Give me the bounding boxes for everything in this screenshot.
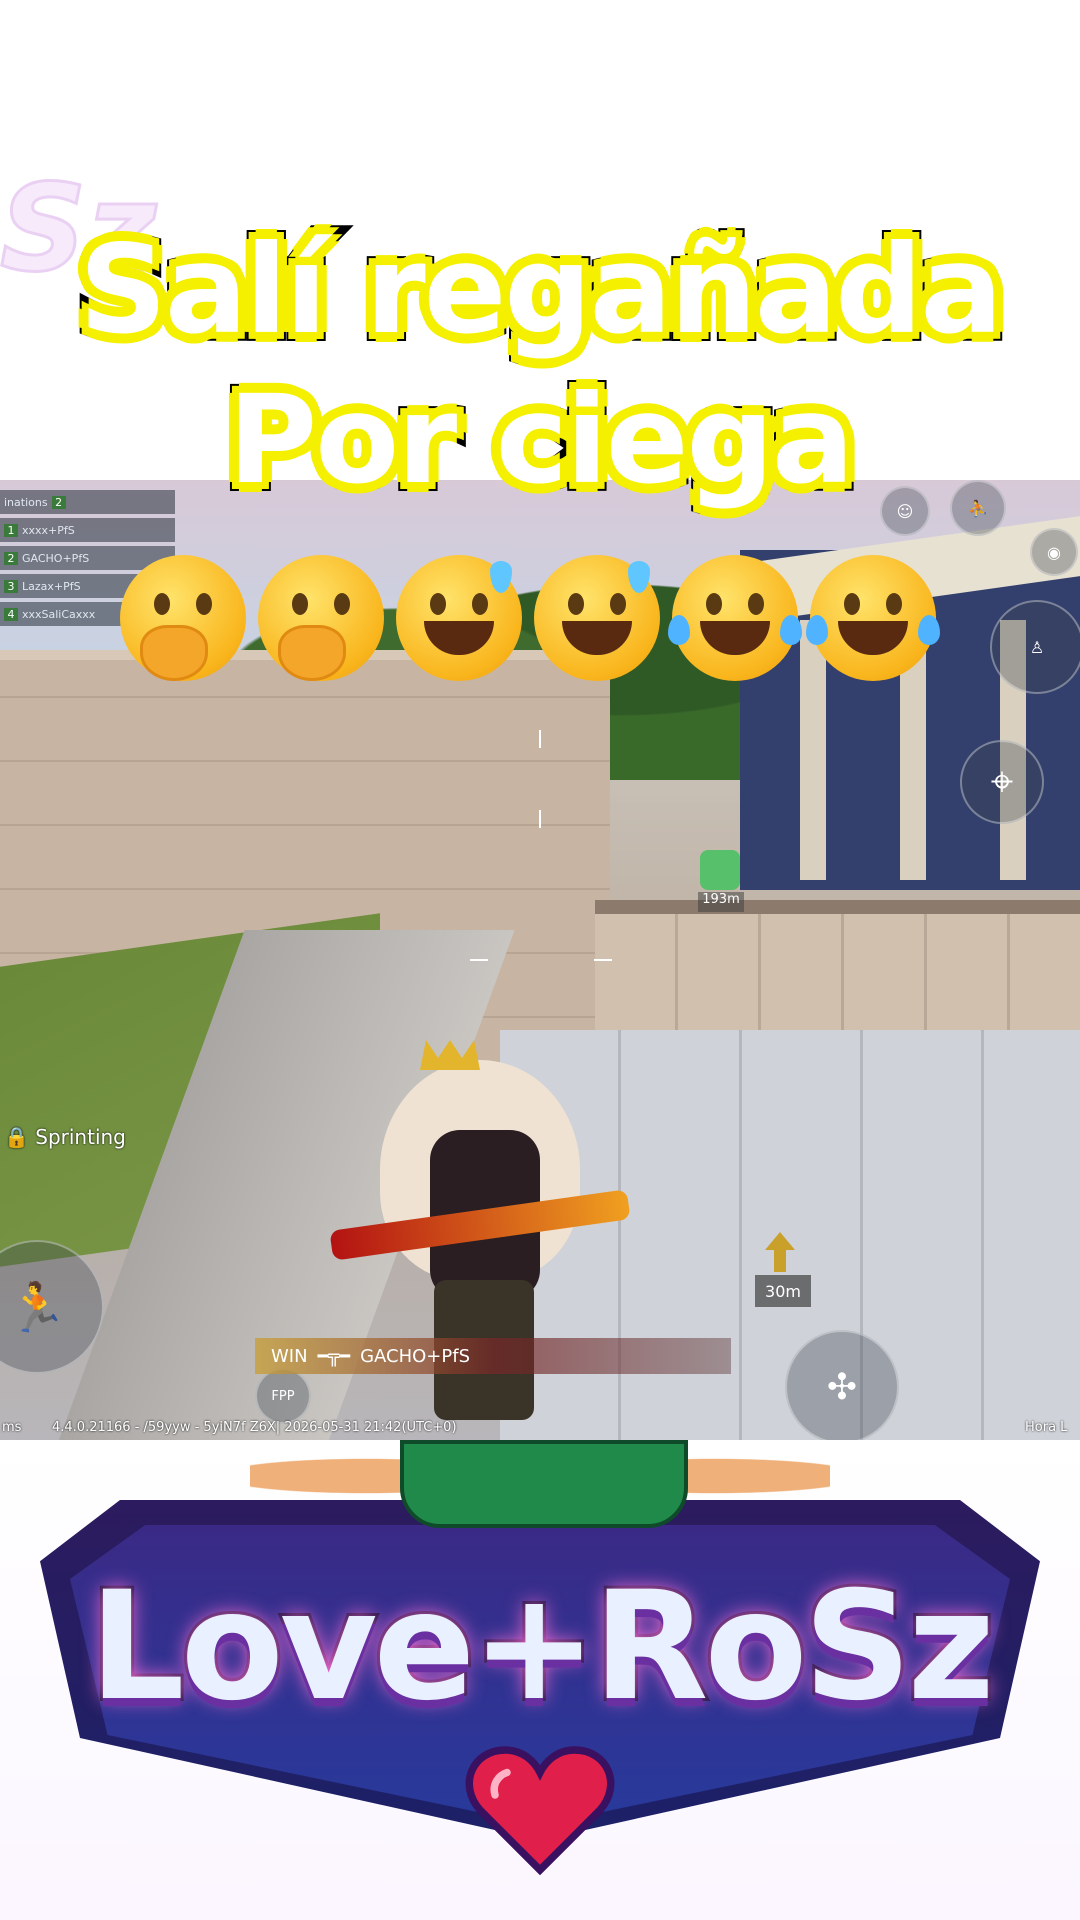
crosshair-left bbox=[470, 959, 488, 961]
heart-icon bbox=[465, 1746, 615, 1876]
video-caption: Salí regañada Por ciega bbox=[0, 210, 1080, 520]
team-row-name: Lazax+PfS bbox=[22, 579, 81, 593]
crosshair-bottom bbox=[539, 810, 541, 828]
build-info: 4.4.0.21166 - /59yyw - 5yiN7f Z6X| 2026-… bbox=[52, 1420, 457, 1435]
team-row[interactable]: 1 xxxx+PfS bbox=[0, 518, 175, 542]
face-with-tears-of-joy-icon bbox=[806, 555, 940, 681]
rifle-icon: ━╦━ bbox=[317, 1345, 351, 1367]
lock-icon: 🔒 bbox=[4, 1125, 29, 1149]
logo-text: Love+RoSz bbox=[86, 1557, 998, 1737]
aim-scope-button[interactable]: ⌖ bbox=[960, 740, 1044, 824]
team-row-number: 4 bbox=[4, 607, 18, 621]
team-row-name: xxxx+PfS bbox=[22, 523, 75, 537]
prone-button[interactable]: ♙ bbox=[990, 600, 1080, 694]
emoji-row bbox=[120, 555, 940, 695]
bottom-info-bar: ms 4.4.0.21166 - /59yyw - 5yiN7f Z6X| 20… bbox=[0, 1416, 1080, 1440]
sprint-button[interactable]: 🏃 bbox=[0, 1240, 104, 1374]
teammate-marker-icon bbox=[700, 850, 740, 890]
victim-name: GACHO+PfS bbox=[360, 1345, 471, 1367]
face-with-hand-over-mouth-icon bbox=[120, 555, 246, 681]
team-row-number: 1 bbox=[4, 523, 18, 537]
crown-icon bbox=[420, 1040, 480, 1070]
team-row-name: xxxSaliCaxxx bbox=[22, 607, 96, 621]
face-with-hand-over-mouth-icon bbox=[258, 555, 384, 681]
teammate-distance: 193m bbox=[698, 892, 744, 912]
game-controller-icon bbox=[400, 1440, 688, 1528]
peek-eye-button[interactable]: ◉ bbox=[1030, 528, 1078, 576]
time-label: Hora L bbox=[1025, 1420, 1068, 1435]
marker-distance: 30m bbox=[755, 1275, 811, 1307]
team-row-number: 2 bbox=[4, 551, 18, 565]
team-row-number: 3 bbox=[4, 579, 18, 593]
crosshair-top bbox=[539, 730, 541, 748]
stone-wall-right bbox=[595, 900, 1080, 1044]
ping-label: ms bbox=[2, 1420, 22, 1435]
caption-line-1: Salí regañada bbox=[70, 210, 1012, 370]
caption-line-2: Por ciega bbox=[219, 360, 863, 520]
fpp-label: FPP bbox=[271, 1388, 295, 1404]
sprinting-label: Sprinting bbox=[35, 1125, 126, 1149]
face-with-tears-of-joy-icon bbox=[668, 555, 802, 681]
kill-feed: WIN ━╦━ GACHO+PfS bbox=[255, 1338, 731, 1374]
sprinting-status: 🔒 Sprinting bbox=[4, 1125, 126, 1149]
grinning-face-with-sweat-icon bbox=[534, 555, 660, 681]
grinning-face-with-sweat-icon bbox=[396, 555, 522, 681]
channel-logo: Love+RoSz bbox=[0, 1440, 1080, 1920]
team-row-name: GACHO+PfS bbox=[22, 551, 90, 565]
killer-name: WIN bbox=[271, 1345, 308, 1367]
crosshair-right bbox=[594, 959, 612, 961]
